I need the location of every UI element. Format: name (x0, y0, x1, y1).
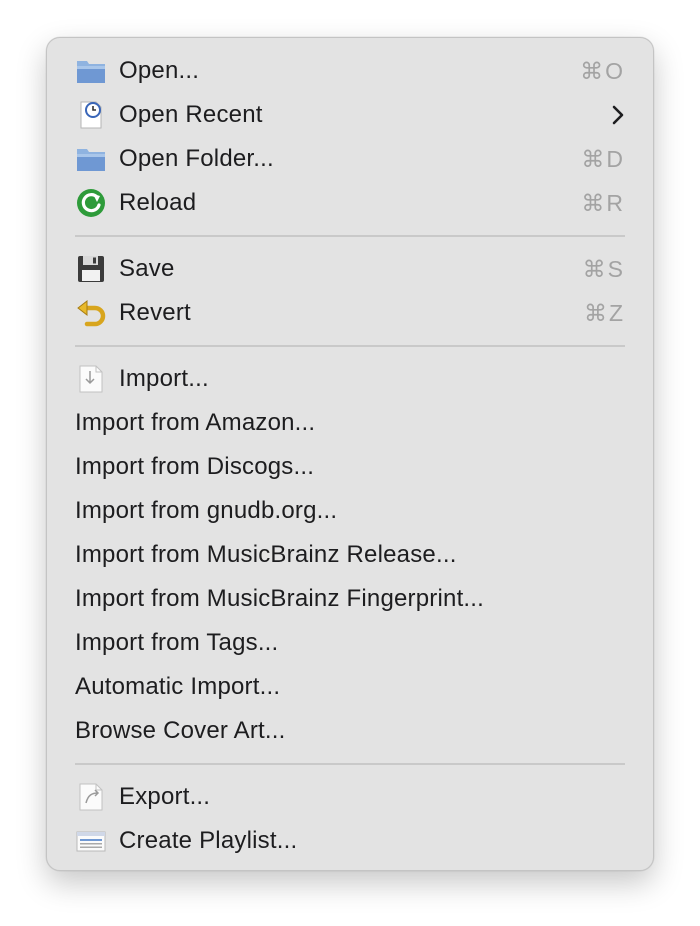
menu-item-label: Import... (119, 365, 209, 392)
folder-icon (75, 55, 107, 87)
menu-item-import-discogs[interactable]: Import from Discogs... (47, 445, 653, 489)
menu-item-label: Create Playlist... (119, 827, 298, 854)
menu-item-label: Browse Cover Art... (75, 717, 286, 744)
menu-item-import-musicbrainz-release[interactable]: Import from MusicBrainz Release... (47, 533, 653, 577)
menu-item-label: Automatic Import... (75, 673, 281, 700)
chevron-right-icon (605, 103, 625, 127)
floppy-disk-icon (75, 253, 107, 285)
menu-item-import-gnudb[interactable]: Import from gnudb.org... (47, 489, 653, 533)
menu-item-label: Import from Discogs... (75, 453, 315, 480)
menu-item-browse-cover-art[interactable]: Browse Cover Art... (47, 709, 653, 753)
menu-item-label: Open Recent (119, 101, 263, 128)
file-menu: Open... ⌘O Open Recent Open Folder... ⌘D… (46, 37, 654, 871)
menu-item-label: Import from Amazon... (75, 409, 316, 436)
menu-item-import[interactable]: Import... (47, 357, 653, 401)
menu-item-save[interactable]: Save ⌘S (47, 247, 653, 291)
export-document-icon (75, 781, 107, 813)
recent-document-clock-icon (75, 99, 107, 131)
menu-item-label: Import from Tags... (75, 629, 279, 656)
playlist-icon (75, 825, 107, 857)
menu-item-label: Import from gnudb.org... (75, 497, 338, 524)
menu-item-open-folder[interactable]: Open Folder... ⌘D (47, 137, 653, 181)
menu-item-label: Revert (119, 299, 191, 326)
menu-item-import-tags[interactable]: Import from Tags... (47, 621, 653, 665)
menu-item-label: Open... (119, 57, 200, 84)
menu-item-label: Open Folder... (119, 145, 274, 172)
folder-icon (75, 143, 107, 175)
menu-item-import-amazon[interactable]: Import from Amazon... (47, 401, 653, 445)
menu-item-revert[interactable]: Revert ⌘Z (47, 291, 653, 335)
shortcut-label: ⌘R (581, 189, 625, 216)
reload-icon (75, 187, 107, 219)
menu-item-create-playlist[interactable]: Create Playlist... (47, 819, 653, 863)
menu-item-automatic-import[interactable]: Automatic Import... (47, 665, 653, 709)
import-document-icon (75, 363, 107, 395)
menu-item-label: Save (119, 255, 175, 282)
shortcut-label: ⌘Z (583, 299, 625, 326)
menu-item-reload[interactable]: Reload ⌘R (47, 181, 653, 225)
menu-item-import-musicbrainz-fingerprint[interactable]: Import from MusicBrainz Fingerprint... (47, 577, 653, 621)
shortcut-label: ⌘O (580, 57, 625, 84)
menu-item-open-recent[interactable]: Open Recent (47, 93, 653, 137)
menu-item-label: Import from MusicBrainz Release... (75, 541, 457, 568)
menu-item-label: Import from MusicBrainz Fingerprint... (75, 585, 485, 612)
revert-arrow-icon (75, 297, 107, 329)
menu-item-open[interactable]: Open... ⌘O (47, 49, 653, 93)
menu-separator (47, 225, 653, 247)
menu-item-label: Reload (119, 189, 197, 216)
menu-separator (47, 753, 653, 775)
shortcut-label: ⌘D (581, 145, 625, 172)
menu-item-export[interactable]: Export... (47, 775, 653, 819)
menu-separator (47, 335, 653, 357)
shortcut-label: ⌘S (582, 255, 625, 282)
menu-item-label: Export... (119, 783, 211, 810)
